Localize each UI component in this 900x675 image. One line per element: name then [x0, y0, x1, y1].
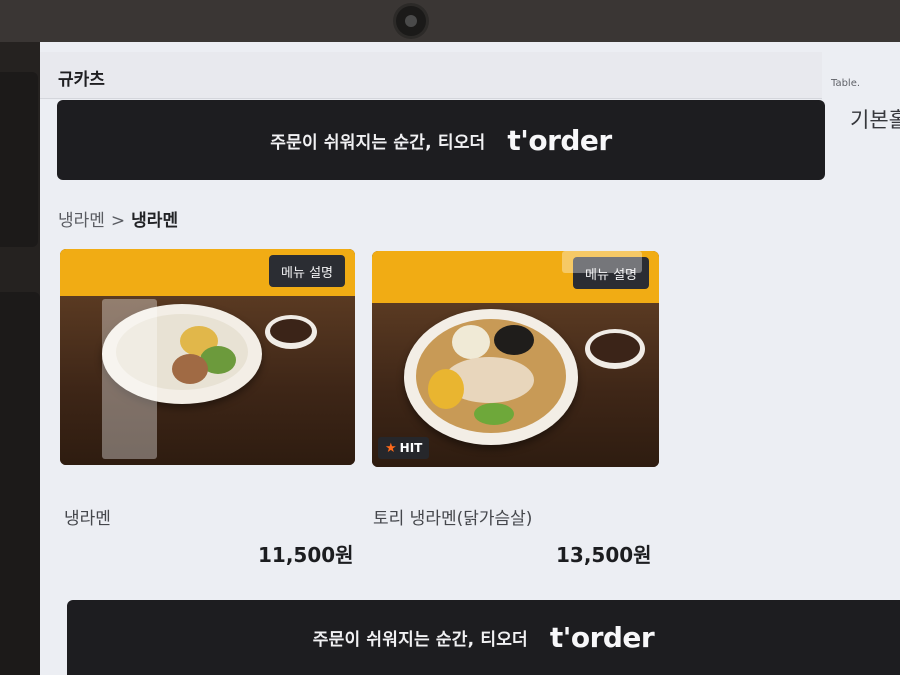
- screen-glare: [562, 251, 642, 273]
- side-dish-image: [585, 329, 645, 369]
- category-tab-default[interactable]: 기본홀: [850, 104, 900, 134]
- banner-tagline: 주문이 쉬워지는 순간, 티오더: [270, 132, 486, 153]
- bezel-panel: [0, 292, 40, 675]
- tablet-bezel: [0, 0, 900, 42]
- menu-item-card[interactable]: 메뉴 설명 ★ HIT: [372, 251, 659, 467]
- ramen-bowl-image: [404, 309, 578, 445]
- menu-item-price: 11,500원: [258, 543, 354, 567]
- topping: [474, 403, 514, 425]
- topping: [172, 354, 208, 384]
- banner-tagline: 주문이 쉬워지는 순간, 티오더: [312, 630, 528, 650]
- menu-description-button[interactable]: 메뉴 설명: [269, 255, 345, 287]
- menu-item-name[interactable]: 토리 냉라멘(닭가슴살): [373, 504, 532, 529]
- hit-badge: ★ HIT: [378, 437, 430, 459]
- bezel-panel: [0, 72, 38, 247]
- breadcrumb-current: 냉라멘: [131, 211, 179, 231]
- side-dish-inner: [590, 333, 640, 363]
- side-dish-inner: [270, 319, 312, 343]
- breadcrumb-parent[interactable]: 냉라멘: [58, 211, 105, 231]
- breadcrumb-separator: >: [110, 211, 126, 231]
- torder-logo: t'order: [549, 621, 655, 654]
- topping: [452, 325, 490, 359]
- torder-logo: t'order: [507, 123, 612, 157]
- menu-item-card[interactable]: 메뉴 설명: [60, 249, 355, 465]
- menu-item-name[interactable]: 냉라멘: [64, 504, 111, 529]
- store-name: 규카츠: [58, 70, 105, 90]
- menu-item-price: 13,500원: [556, 543, 652, 567]
- tablet-edge: [0, 42, 40, 675]
- order-screen: 규카츠 Table. 기본홀 주문이 쉬워지는 순간, 티오더 t'order …: [40, 42, 900, 675]
- screen-glare: [102, 299, 157, 459]
- header-bar: 규카츠: [40, 52, 822, 99]
- camera-icon: [396, 6, 426, 36]
- promo-banner-top[interactable]: 주문이 쉬워지는 순간, 티오더 t'order: [57, 100, 825, 180]
- table-label: Table.: [831, 78, 861, 89]
- hit-badge-label: HIT: [399, 441, 423, 455]
- promo-banner-bottom[interactable]: 주문이 쉬워지는 순간, 티오더 t'order: [67, 600, 900, 675]
- topping: [428, 369, 464, 409]
- topping: [494, 325, 534, 355]
- breadcrumb: 냉라멘 > 냉라멘: [58, 206, 178, 231]
- side-dish-image: [265, 315, 317, 349]
- star-icon: ★: [385, 440, 397, 456]
